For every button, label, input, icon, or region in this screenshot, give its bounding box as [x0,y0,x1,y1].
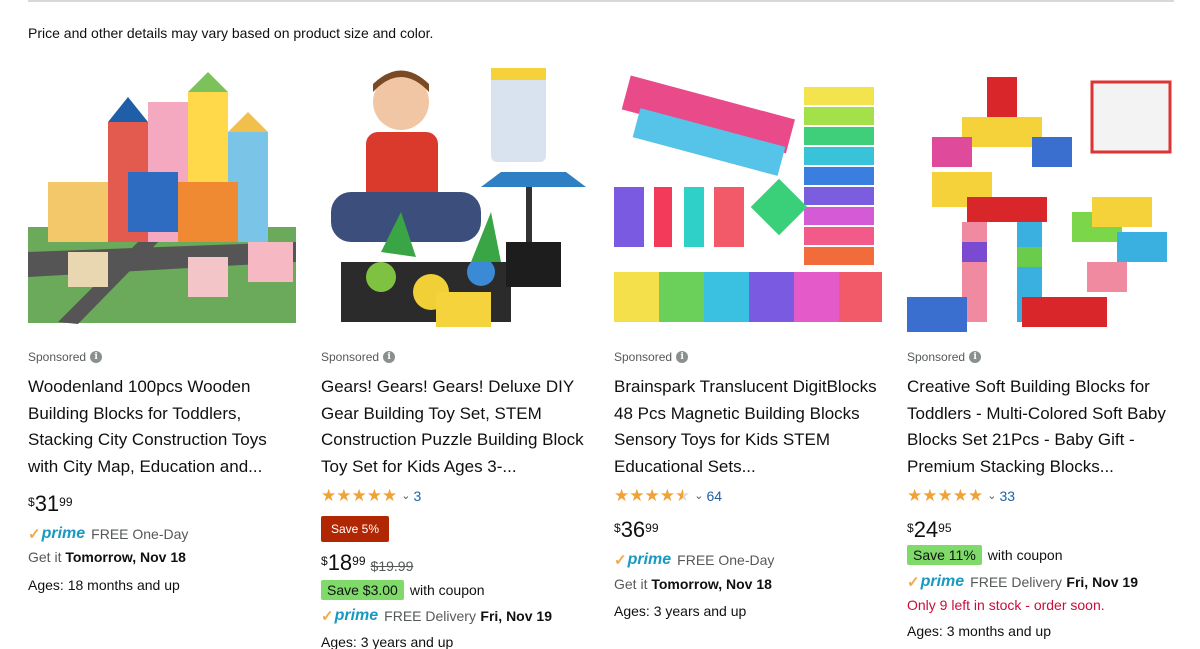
price-row: $ 18 99 $19.99 [321,550,414,575]
product-title[interactable]: Creative Soft Building Blocks for Toddle… [907,374,1179,481]
half-star-icon: ★ [675,486,691,505]
star-rating[interactable]: ★ ★ ★ ★ ★ [907,487,983,504]
star-icon: ★ [922,486,938,505]
coupon-badge[interactable]: Save 11% [907,545,982,565]
sponsored-label[interactable]: Sponsored i [28,350,103,364]
star-icon: ★ [382,486,398,505]
stock-warning: Only 9 left in stock - order soon. [907,597,1105,613]
product-card-gears[interactable] [321,62,591,338]
prime-shipping: ✓ prime FREE Delivery Fri, Nov 19 [907,573,1138,591]
prime-check-icon: ✓ [907,574,920,591]
sponsored-label[interactable]: Sponsored i [614,350,689,364]
chevron-down-icon[interactable]: ⌄ [401,489,410,502]
rating-row[interactable]: ★ ★ ★ ★ ★ ⌄ 64 [614,487,722,504]
prime-logo: ✓ prime [907,573,965,591]
info-icon[interactable]: i [383,351,396,363]
info-icon[interactable]: i [969,351,982,363]
list-price: $19.99 [370,558,414,574]
review-count[interactable]: 3 [413,488,421,504]
prime-shipping: ✓ prime FREE One-Day [614,551,775,569]
age-range: Ages: 3 years and up [614,603,747,619]
age-range: Ages: 3 years and up [321,634,454,649]
sponsored-label[interactable]: Sponsored i [321,350,396,364]
prime-logo: ✓ prime [321,607,379,625]
product-title[interactable]: Brainspark Translucent DigitBlocks 48 Pc… [614,374,886,481]
star-rating[interactable]: ★ ★ ★ ★ ★ [614,487,690,504]
product-image[interactable] [28,62,296,338]
product-title[interactable]: Woodenland 100pcs Wooden Building Blocks… [28,374,300,481]
coupon-row[interactable]: Save $3.00 with coupon [321,580,485,600]
chevron-down-icon[interactable]: ⌄ [987,489,996,502]
review-count[interactable]: 33 [999,488,1015,504]
chevron-down-icon[interactable]: ⌄ [694,489,703,502]
prime-shipping: ✓ prime FREE Delivery Fri, Nov 19 [321,607,552,625]
star-rating[interactable]: ★ ★ ★ ★ ★ [321,487,397,504]
top-divider [28,0,1174,2]
product-title[interactable]: Gears! Gears! Gears! Deluxe DIY Gear Bui… [321,374,593,481]
star-icon: ★ [952,486,968,505]
rating-row[interactable]: ★ ★ ★ ★ ★ ⌄ 3 [321,487,421,504]
star-icon: ★ [659,486,675,505]
star-icon: ★ [644,486,660,505]
star-icon: ★ [366,486,382,505]
star-icon: ★ [629,486,645,505]
prime-check-icon: ✓ [321,608,334,625]
info-icon[interactable]: i [90,351,103,363]
star-icon: ★ [937,486,953,505]
product-image[interactable] [614,62,882,338]
star-icon: ★ [351,486,367,505]
product-card-soft-blocks[interactable] [907,62,1177,338]
prime-check-icon: ✓ [28,526,41,543]
sponsored-label[interactable]: Sponsored i [907,350,982,364]
product-price: $ 31 99 [28,491,73,516]
price-disclaimer: Price and other details may vary based o… [28,25,434,41]
age-range: Ages: 3 months and up [907,623,1051,639]
product-price: $ 24 95 [907,517,952,542]
prime-logo: ✓ prime [28,525,86,543]
save-badge: Save 5% [321,516,390,542]
star-icon: ★ [336,486,352,505]
rating-row[interactable]: ★ ★ ★ ★ ★ ⌄ 33 [907,487,1015,504]
product-price: $ 36 99 [614,517,659,542]
prime-shipping: ✓ prime FREE One-Day [28,525,189,543]
product-price: $ 18 99 [321,550,366,575]
product-image[interactable] [321,62,589,338]
prime-logo: ✓ prime [614,551,672,569]
review-count[interactable]: 64 [706,488,722,504]
product-image[interactable] [907,62,1175,338]
product-card-woodenland[interactable] [28,62,298,338]
star-icon: ★ [968,486,984,505]
coupon-row[interactable]: Save 11% with coupon [907,545,1063,565]
coupon-badge[interactable]: Save $3.00 [321,580,404,600]
info-icon[interactable]: i [676,351,689,363]
star-icon: ★ [614,486,630,505]
age-range: Ages: 18 months and up [28,577,180,593]
product-card-brainspark[interactable] [614,62,884,338]
star-icon: ★ [907,486,923,505]
delivery-info: Get it Tomorrow, Nov 18 [28,549,186,565]
prime-check-icon: ✓ [614,552,627,569]
delivery-info: Get it Tomorrow, Nov 18 [614,576,772,592]
star-icon: ★ [321,486,337,505]
